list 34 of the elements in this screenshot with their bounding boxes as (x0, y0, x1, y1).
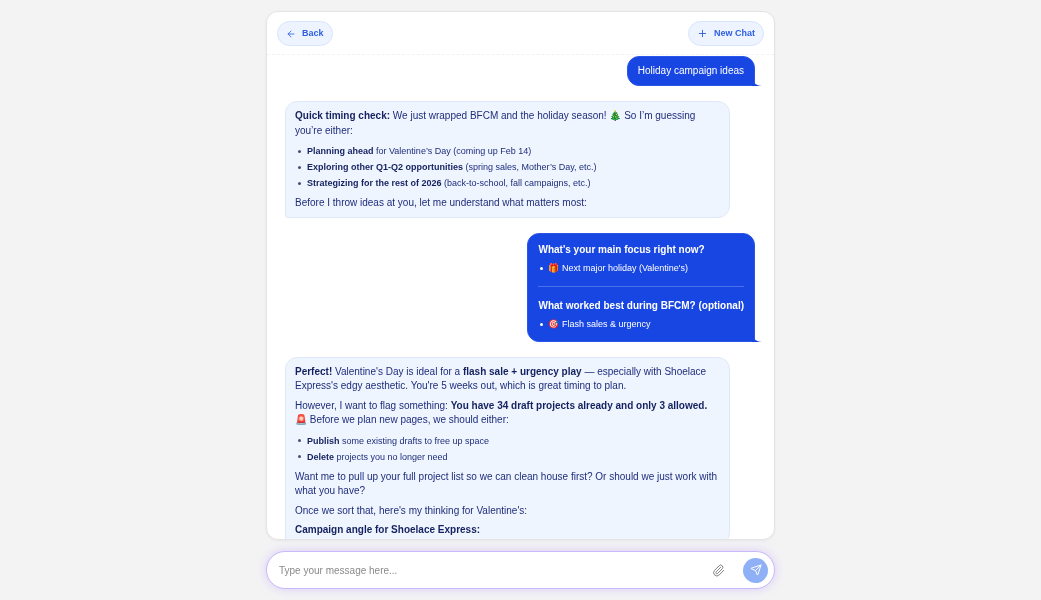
bullet-icon (298, 181, 301, 185)
message-input[interactable]: Type your message here... (279, 557, 701, 583)
back-button[interactable]: Back (277, 21, 333, 46)
arrow-left-icon (286, 28, 296, 39)
list-item-text: Strategizing for the rest of 2026 (back-to-school, fall campaigns, etc.) (307, 177, 591, 190)
message-composer[interactable]: Type your message here... (266, 551, 775, 589)
paperclip-icon (711, 563, 725, 577)
user-message-text: Holiday campaign ideas (636, 64, 745, 78)
message-paragraph: However, I want to flag something: You have 34 draft projects already and only 3 allowed. 🚨 Before we plan new pages, we should either: (295, 398, 709, 427)
message-paragraph: Before I throw ideas at you, let me understand what matters most: (295, 196, 588, 210)
message-paragraph: Quick timing check: We just wrapped BFCM and the holiday season! 🎄 So I’m guessing you’re either: (295, 109, 697, 138)
bullet-icon (298, 165, 301, 169)
section-heading: Campaign angle for Shoelace Express: (295, 523, 482, 537)
list-item-text: Publish some existing drafts to free up space (307, 434, 490, 448)
bullet-icon (298, 149, 301, 153)
new-chat-button[interactable]: New Chat (688, 21, 764, 46)
send-button[interactable] (743, 557, 768, 583)
bullet-icon (298, 455, 301, 458)
list-item-text: Planning ahead for Valentine’s Day (coming up Feb 14) (307, 145, 532, 158)
message-paragraph: Once we sort that, here's my thinking for Valentine's: (295, 503, 529, 518)
bullet-icon (298, 439, 301, 442)
send-icon (749, 564, 762, 576)
plus-icon (697, 28, 708, 39)
question-text: What worked best during BFCM? (optional) (538, 298, 744, 313)
message-paragraph: Want me to pull up your full project list so we can clean house first? Or should we just work with what you have? (295, 469, 719, 498)
answer-text: 🎯 Flash sales & urgency (548, 317, 651, 331)
list-item-text: Delete projects you no longer need (307, 450, 448, 464)
attach-button[interactable] (711, 563, 725, 577)
bullet-icon (540, 322, 544, 326)
message-paragraph: Perfect! Valentine's Day is ideal for a flash sale + urgency play — especially with Shoelace Express's edgy aesthetic. You're 5 weeks out, which is great timing to plan. (295, 364, 708, 393)
answer-text: 🎁 Next major holiday (Valentine's) (548, 261, 689, 275)
bullet-icon (540, 266, 544, 270)
question-text: What's your main focus right now? (538, 242, 706, 257)
list-item-text: Exploring other Q1-Q2 opportunities (spring sales, Mother’s Day, etc.) (307, 161, 597, 174)
